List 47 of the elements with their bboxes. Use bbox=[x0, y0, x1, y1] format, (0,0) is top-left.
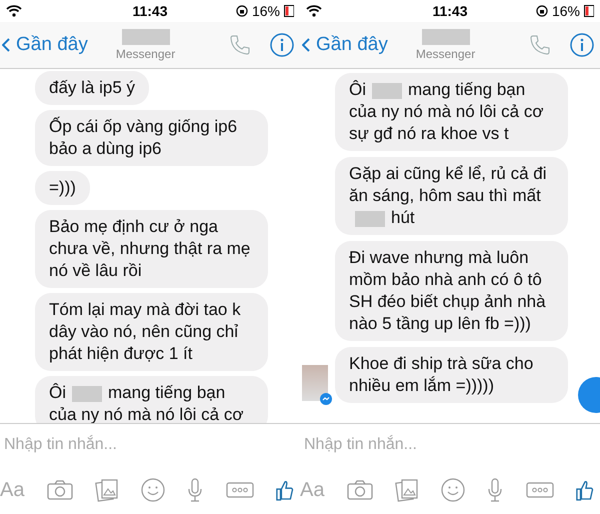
battery-percent: 16% bbox=[552, 3, 580, 19]
more-icon[interactable] bbox=[526, 482, 554, 498]
chevron-icon[interactable] bbox=[2, 38, 10, 52]
lock-rotation-icon bbox=[236, 5, 248, 17]
blurred-name bbox=[422, 29, 470, 45]
back-button[interactable]: Gần đây bbox=[302, 34, 388, 56]
gallery-icon[interactable] bbox=[394, 478, 419, 502]
message-text: đấy là ip5 ý bbox=[49, 77, 135, 99]
thumbs-up-icon[interactable] bbox=[276, 479, 294, 501]
messenger-badge-icon bbox=[320, 393, 332, 405]
message-input[interactable]: Nhập tin nhắn... bbox=[300, 423, 600, 466]
message-text: Tóm lại may mà đời tao k dây vào nó, nên cũng chỉ phát hiện được 1 ít bbox=[49, 299, 242, 365]
battery-percent: 16% bbox=[252, 3, 280, 19]
more-icon[interactable] bbox=[226, 482, 254, 498]
status-time: 11:43 bbox=[432, 3, 468, 19]
info-icon[interactable] bbox=[570, 33, 594, 57]
text-button[interactable]: Aa bbox=[0, 478, 24, 502]
smiley-icon[interactable] bbox=[141, 478, 166, 502]
message-text: Bảo mẹ định cư ở nga chưa về, nhưng thật ra mẹ nó về lâu rồi bbox=[49, 216, 252, 282]
gallery-icon[interactable] bbox=[94, 478, 119, 502]
lock-rotation-icon bbox=[536, 5, 548, 17]
battery-icon bbox=[284, 5, 294, 17]
phone-call-icon[interactable] bbox=[528, 33, 552, 57]
microphone-icon[interactable] bbox=[187, 478, 204, 502]
messenger-subtitle: Messenger bbox=[416, 47, 476, 61]
smiley-icon[interactable] bbox=[441, 478, 466, 502]
status-time: 11:43 bbox=[132, 3, 168, 19]
message-text: Đi wave nhưng mà luôn mồm bảo nhà anh có ô tô SH đéo biết chụp ảnh nhà nào 5 tầng up lên fb =))) bbox=[349, 247, 547, 335]
message-text: =))) bbox=[49, 177, 76, 199]
camera-icon[interactable] bbox=[46, 480, 73, 500]
camera-icon[interactable] bbox=[346, 480, 373, 500]
phone-call-icon[interactable] bbox=[228, 33, 252, 57]
message-text: Ôi mang tiếng bạn của ny nó mà nó lôi cả cơ sự gđ nó ra khoe vs t bbox=[349, 79, 544, 145]
wifi-icon bbox=[6, 5, 22, 17]
text-button[interactable]: Aa bbox=[300, 478, 324, 502]
messenger-subtitle: Messenger bbox=[116, 47, 176, 61]
back-button[interactable]: Gần đây bbox=[2, 34, 88, 56]
message-text: Gặp ai cũng kể lể, rủ cả đi ăn sáng, hôm sau thì mất hút bbox=[349, 163, 548, 229]
info-icon[interactable] bbox=[270, 33, 294, 57]
thumbs-up-icon[interactable] bbox=[576, 479, 594, 501]
wifi-icon bbox=[306, 5, 322, 17]
message-text: Ốp cái ốp vàng giống ip6 bảo a dùng ip6 bbox=[49, 116, 238, 160]
battery-icon bbox=[584, 5, 594, 17]
blurred-name bbox=[122, 29, 170, 45]
message-text: Khoe đi ship trà sữa cho nhiều em lắm =))))) bbox=[349, 353, 534, 397]
microphone-icon[interactable] bbox=[487, 478, 504, 502]
chevron-icon[interactable] bbox=[302, 38, 310, 52]
